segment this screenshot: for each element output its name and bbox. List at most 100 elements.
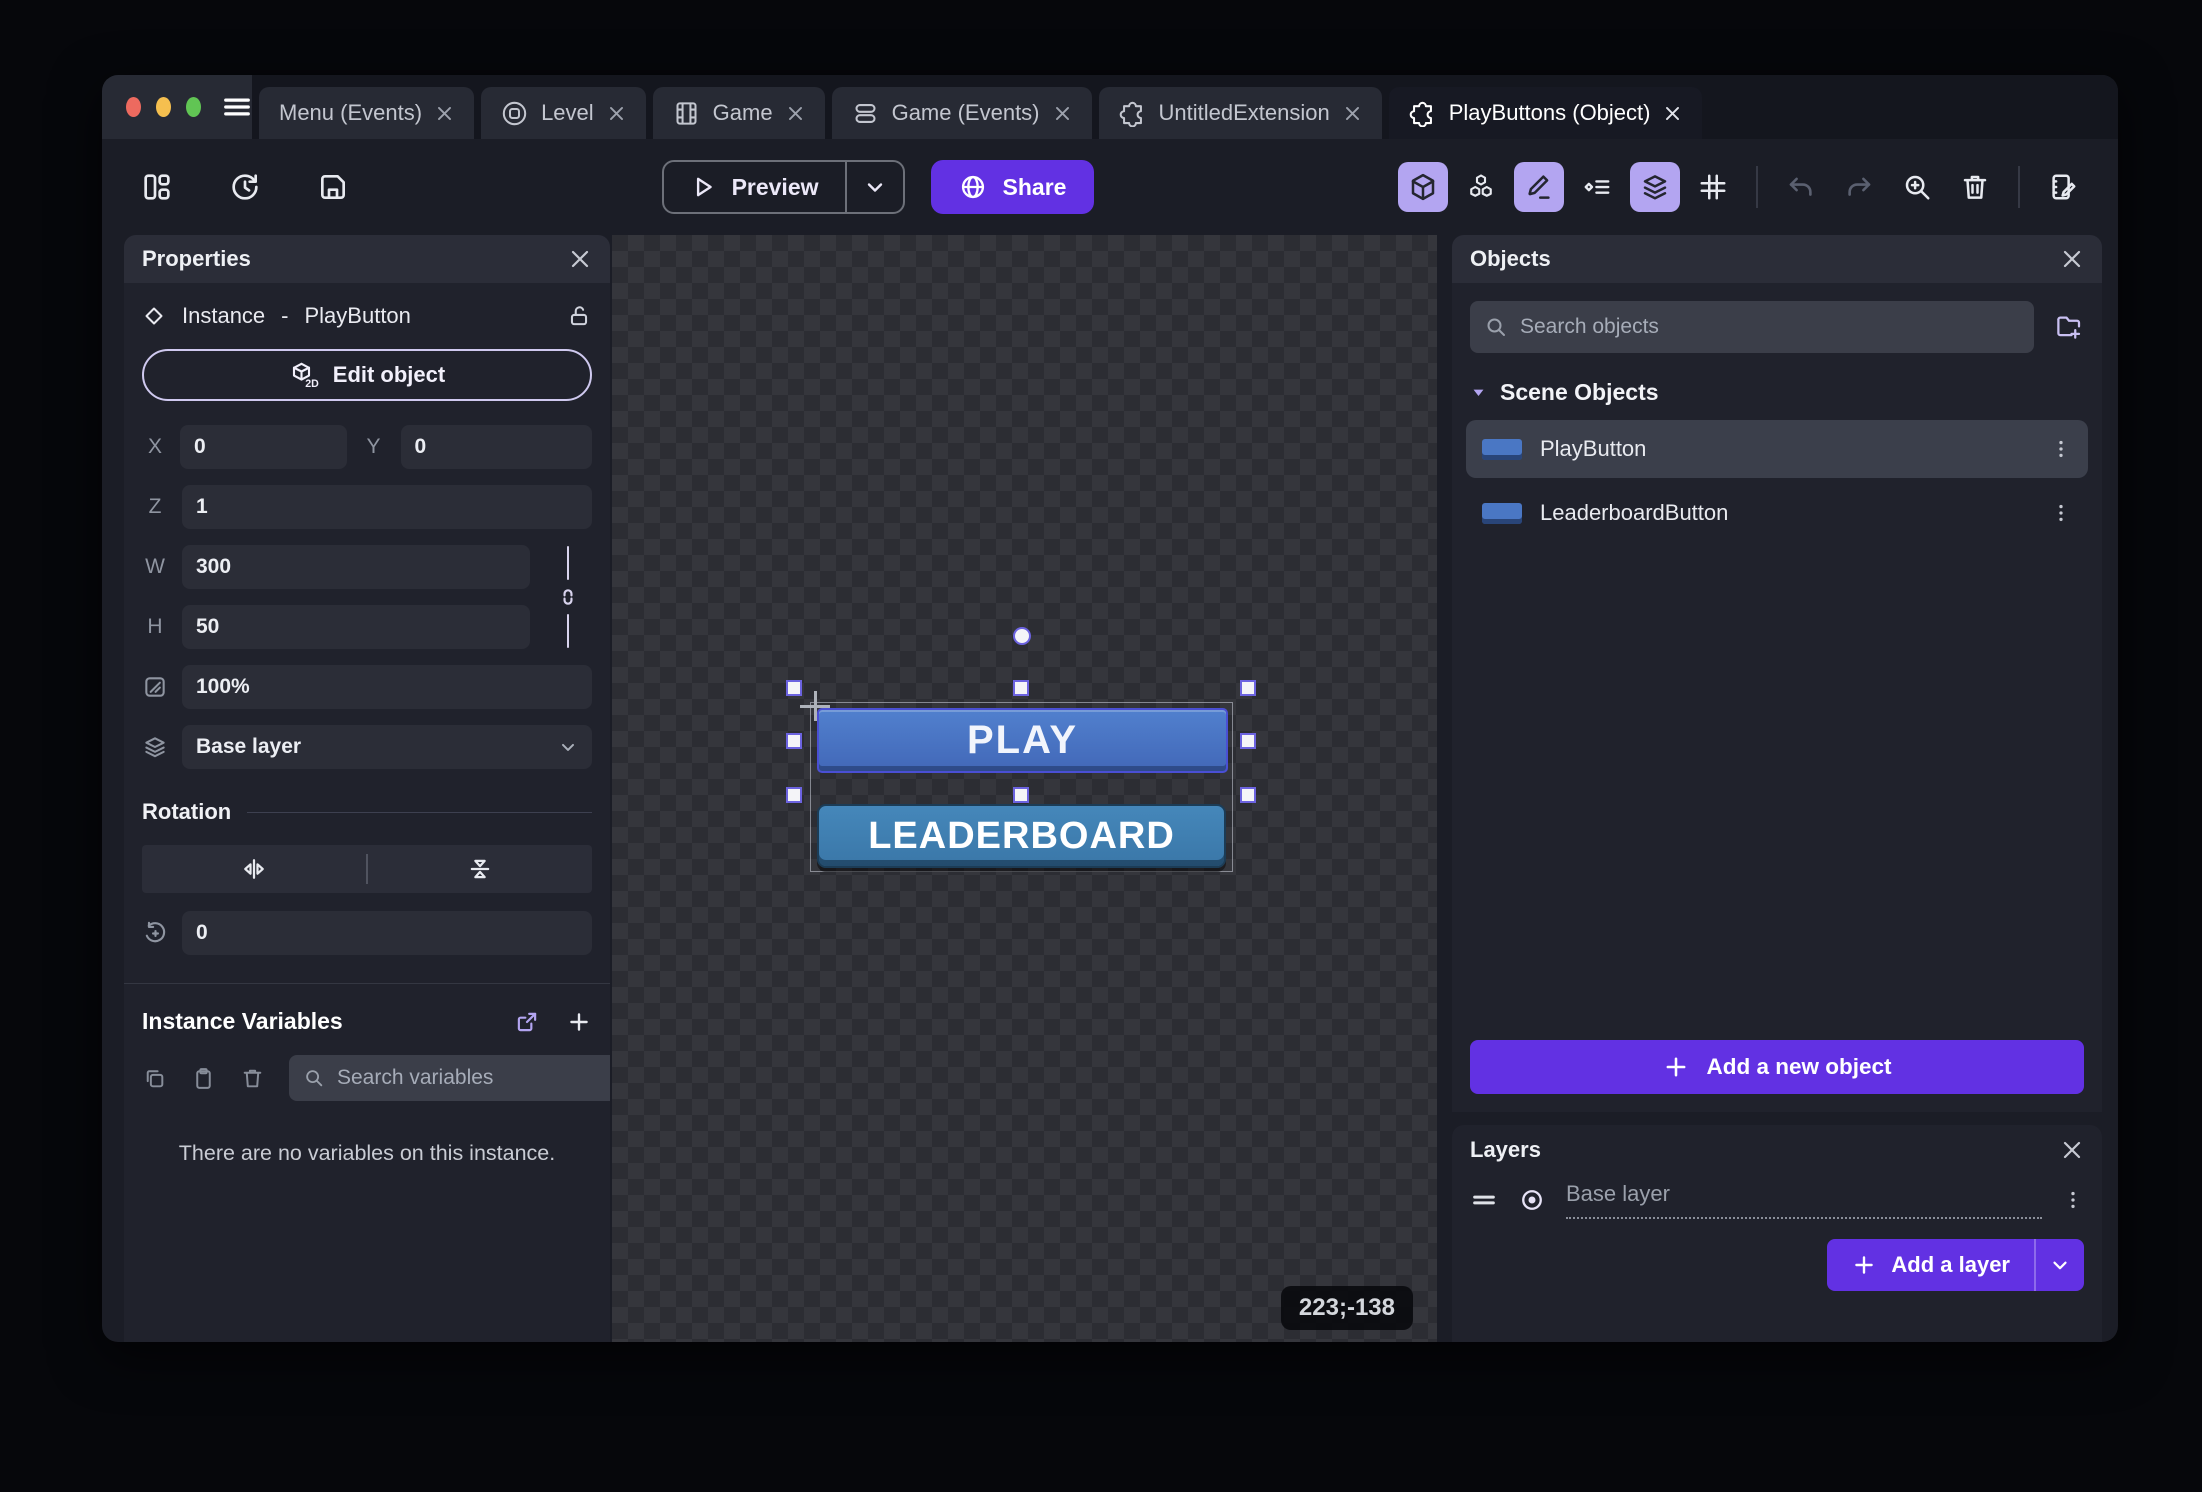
object-groups-icon[interactable]	[1456, 162, 1506, 212]
search-icon	[1484, 315, 1508, 339]
flip-vertical-icon[interactable]	[368, 845, 592, 893]
selection-handle-top-right[interactable]	[1240, 680, 1256, 696]
tab-level[interactable]: Level	[481, 87, 646, 139]
close-icon[interactable]	[568, 247, 592, 271]
kebab-menu-icon[interactable]	[2050, 438, 2072, 460]
menu-icon[interactable]	[222, 92, 252, 122]
undo-icon[interactable]	[1776, 162, 1826, 212]
save-icon[interactable]	[308, 162, 358, 212]
layers-panel-icon[interactable]	[1630, 162, 1680, 212]
add-new-object-button[interactable]: Add a new object	[1470, 1040, 2084, 1094]
divider	[247, 812, 592, 813]
instance-name: PlayButton	[305, 303, 411, 329]
window-zoom-button[interactable]	[186, 97, 201, 117]
add-variable-icon[interactable]	[566, 1009, 592, 1035]
tab-untitled-extension[interactable]: UntitledExtension	[1099, 87, 1382, 139]
selection-handle-top-left[interactable]	[786, 680, 802, 696]
tab-close-icon[interactable]	[786, 104, 805, 123]
add-folder-icon[interactable]	[2054, 312, 2084, 342]
no-variables-message: There are no variables on this instance.	[142, 1137, 592, 1169]
rotation-handle[interactable]	[1013, 627, 1031, 645]
selection-handle-bottom-right[interactable]	[1240, 787, 1256, 803]
flip-horizontal-icon[interactable]	[142, 845, 366, 893]
redo-icon[interactable]	[1834, 162, 1884, 212]
toggle-objects-panel-icon[interactable]	[1398, 162, 1448, 212]
preview-options-button[interactable]	[847, 162, 903, 212]
variables-search-input[interactable]	[337, 1066, 608, 1090]
scene-canvas[interactable]: PLAY LEADERBOARD 223;-138	[612, 235, 1437, 1342]
object-item-playbutton[interactable]: PlayButton	[1466, 420, 2088, 478]
layer-select[interactable]: Base layer	[182, 725, 592, 769]
opacity-field[interactable]	[182, 665, 592, 709]
play-button-label: PLAY	[967, 718, 1078, 763]
divider	[2018, 166, 2020, 208]
x-label: X	[142, 435, 168, 459]
paste-icon[interactable]	[191, 1066, 216, 1091]
share-button[interactable]: Share	[931, 160, 1095, 214]
kebab-menu-icon[interactable]	[2062, 1189, 2084, 1211]
opacity-icon	[142, 674, 168, 700]
delete-icon[interactable]	[240, 1066, 265, 1091]
copy-icon[interactable]	[142, 1066, 167, 1091]
width-field[interactable]	[182, 545, 530, 589]
tab-menu-events[interactable]: Menu (Events)	[259, 87, 474, 139]
variables-search[interactable]	[289, 1055, 610, 1101]
layer-visibility-icon[interactable]	[1518, 1186, 1546, 1214]
selection-handle-top-center[interactable]	[1013, 680, 1029, 696]
drag-handle-icon[interactable]	[1470, 1186, 1498, 1214]
close-icon[interactable]	[2060, 247, 2084, 271]
selection-handle-mid-right[interactable]	[1240, 733, 1256, 749]
layer-name[interactable]: Base layer	[1566, 1181, 2042, 1219]
main-toolbar: Preview Share	[102, 139, 2118, 235]
selection-handle-mid-left[interactable]	[786, 733, 802, 749]
tab-close-icon[interactable]	[1053, 104, 1072, 123]
tab-close-icon[interactable]	[435, 104, 454, 123]
y-field[interactable]	[401, 425, 593, 469]
tab-game-events[interactable]: Game (Events)	[832, 87, 1092, 139]
window-close-button[interactable]	[126, 97, 141, 117]
cube-2d-icon: 2D	[289, 360, 319, 390]
project-manager-icon[interactable]	[132, 162, 182, 212]
play-button-instance[interactable]: PLAY	[817, 708, 1228, 773]
edit-scene-properties-icon[interactable]	[2038, 162, 2088, 212]
selection-handle-bottom-center[interactable]	[1013, 787, 1029, 803]
grid-icon[interactable]	[1688, 162, 1738, 212]
tab-label: Level	[541, 100, 594, 126]
properties-panel: Properties Instance - PlayButton 2D Edit…	[124, 235, 610, 1342]
tab-close-icon[interactable]	[1663, 104, 1682, 123]
add-layer-button[interactable]: Add a layer	[1827, 1239, 2034, 1291]
open-in-window-icon[interactable]	[514, 1009, 540, 1035]
tab-close-icon[interactable]	[1343, 104, 1362, 123]
kebab-menu-icon[interactable]	[2050, 502, 2072, 524]
add-layer-label: Add a layer	[1891, 1252, 2010, 1278]
selection-handle-bottom-left[interactable]	[786, 787, 802, 803]
zoom-in-icon[interactable]	[1892, 162, 1942, 212]
z-field[interactable]	[182, 485, 592, 529]
tab-game[interactable]: Game	[653, 87, 825, 139]
history-icon[interactable]	[220, 162, 270, 212]
objects-search[interactable]	[1470, 301, 2034, 353]
tab-bar: Menu (Events) Level Game Game (Events) U…	[102, 75, 2118, 139]
tab-close-icon[interactable]	[607, 104, 626, 123]
layer-icon	[142, 734, 168, 760]
leaderboard-button-instance[interactable]: LEADERBOARD	[817, 804, 1226, 868]
preview-button[interactable]: Preview	[664, 162, 845, 212]
objects-search-input[interactable]	[1520, 315, 2020, 339]
object-item-leaderboardbutton[interactable]: LeaderboardButton	[1466, 484, 2088, 542]
layer-row-base-layer[interactable]: Base layer	[1452, 1175, 2102, 1219]
scene-objects-section[interactable]: Scene Objects	[1452, 371, 2102, 414]
lock-open-icon[interactable]	[566, 303, 592, 329]
edit-object-button[interactable]: 2D Edit object	[142, 349, 592, 401]
lock-aspect-ratio-control[interactable]	[544, 546, 592, 648]
x-field[interactable]	[180, 425, 347, 469]
instances-list-icon[interactable]	[1572, 162, 1622, 212]
rotation-field[interactable]	[182, 911, 592, 955]
window-controls	[102, 75, 252, 139]
window-minimize-button[interactable]	[156, 97, 171, 117]
height-field[interactable]	[182, 605, 530, 649]
add-layer-options-button[interactable]	[2036, 1239, 2084, 1291]
close-icon[interactable]	[2060, 1138, 2084, 1162]
trash-icon[interactable]	[1950, 162, 2000, 212]
edit-properties-icon[interactable]	[1514, 162, 1564, 212]
tab-playbuttons-object[interactable]: PlayButtons (Object)	[1389, 87, 1703, 139]
